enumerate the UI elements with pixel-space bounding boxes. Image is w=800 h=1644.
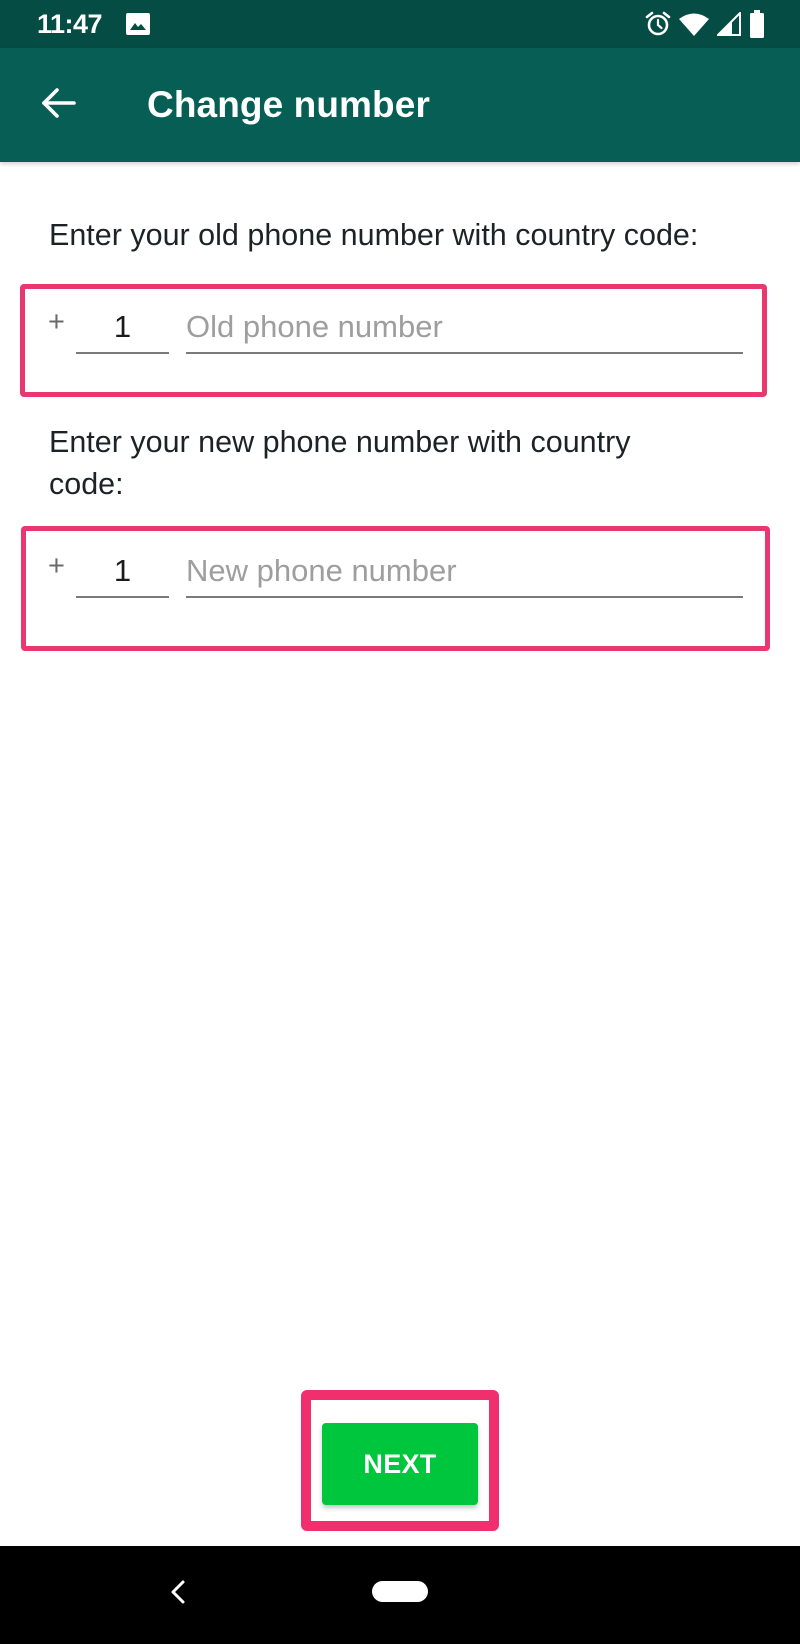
- old-country-code-input[interactable]: [76, 296, 169, 354]
- battery-icon: [749, 10, 765, 38]
- nav-back-button[interactable]: [160, 1576, 196, 1612]
- alarm-icon: [645, 11, 671, 37]
- page-title: Change number: [147, 84, 430, 125]
- new-number-row: +: [0, 540, 800, 600]
- new-number-prompt: Enter your new phone number with country…: [49, 425, 631, 501]
- app-bar: Change number: [0, 48, 800, 162]
- nav-back-icon: [169, 1579, 187, 1610]
- new-country-code-input[interactable]: [76, 540, 169, 598]
- old-number-row: +: [0, 296, 800, 356]
- new-phone-number-input[interactable]: [186, 540, 743, 598]
- system-nav-bar: [0, 1546, 800, 1644]
- next-button[interactable]: NEXT: [322, 1423, 478, 1505]
- wifi-icon: [679, 12, 709, 36]
- new-plus-sign: +: [48, 550, 65, 582]
- status-icons: [645, 10, 765, 38]
- nav-home-pill[interactable]: [372, 1581, 428, 1602]
- old-phone-number-input[interactable]: [186, 296, 743, 354]
- image-notification-icon: [126, 13, 150, 35]
- cellular-signal-icon: [717, 12, 741, 36]
- old-plus-sign: +: [48, 306, 65, 338]
- status-time: 11:47: [37, 9, 103, 39]
- arrow-left-icon: [40, 87, 76, 124]
- status-bar: 11:47: [0, 0, 800, 48]
- old-number-prompt: Enter your old phone number with country…: [49, 218, 699, 252]
- back-button[interactable]: [28, 75, 88, 135]
